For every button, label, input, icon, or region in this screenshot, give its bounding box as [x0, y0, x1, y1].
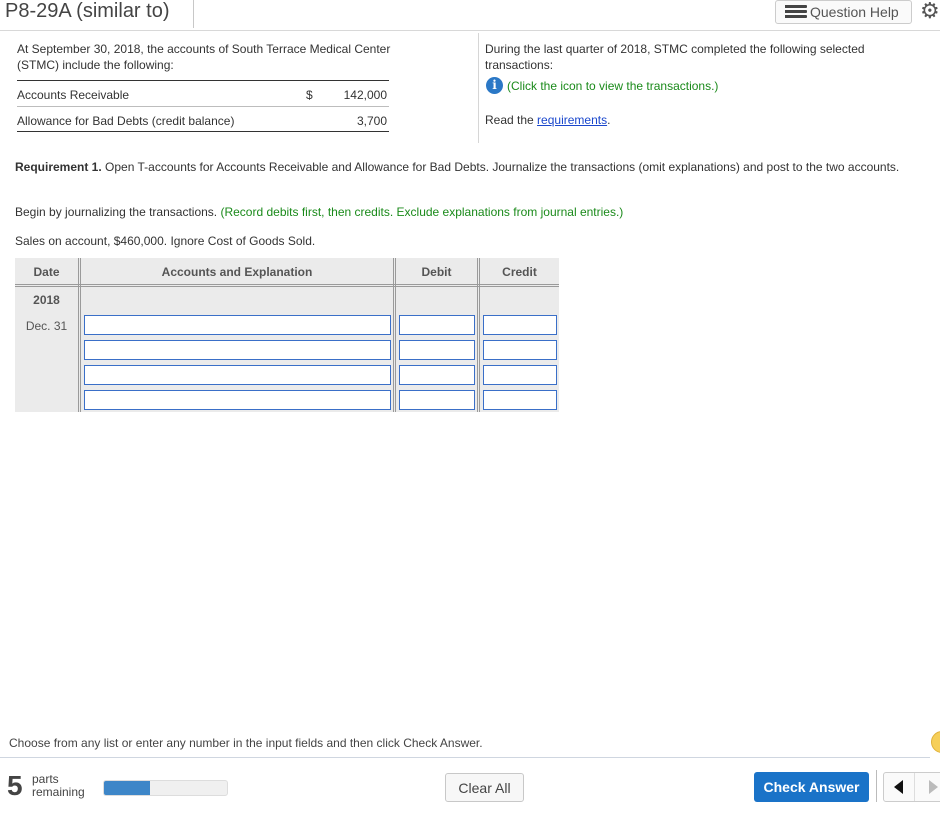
check-answer-button[interactable]: Check Answer: [754, 772, 869, 802]
read-requirements-line: Read the requirements.: [485, 112, 925, 128]
parts-label-line2: remaining: [32, 785, 85, 799]
clear-all-button[interactable]: Clear All: [445, 773, 524, 802]
header-credit: Credit: [502, 265, 537, 279]
column-divider: [78, 258, 81, 412]
footer-instructions: Choose from any list or enter any number…: [9, 736, 483, 750]
problem-title: P8-29A (similar to): [5, 0, 170, 22]
parts-progress-bar: [103, 780, 228, 796]
feedback-icon[interactable]: [931, 731, 940, 753]
read-suffix: .: [607, 113, 611, 127]
transactions-intro: During the last quarter of 2018, STMC co…: [485, 42, 865, 72]
balance-row: Allowance for Bad Debts (credit balance)…: [17, 106, 389, 131]
next-arrow-icon[interactable]: [929, 780, 938, 794]
account-input[interactable]: [84, 365, 391, 385]
list-icon: [785, 5, 807, 19]
header-debit: Debit: [421, 265, 452, 279]
currency-symbol: $: [306, 88, 313, 102]
column-divider: [478, 33, 479, 143]
instructions: Begin by journalizing the transactions. …: [15, 205, 623, 219]
balance-amount: 142,000: [343, 88, 387, 102]
balance-row: Accounts Receivable $ 142,000: [17, 81, 389, 106]
balance-label: Allowance for Bad Debts (credit balance): [17, 114, 235, 128]
credit-input[interactable]: [483, 365, 557, 385]
transactions-info-line: i (Click the icon to view the transactio…: [485, 77, 925, 94]
transaction-description: Sales on account, $460,000. Ignore Cost …: [15, 234, 316, 248]
balances-intro: At September 30, 2018, the accounts of S…: [17, 42, 391, 72]
debit-input[interactable]: [399, 390, 475, 410]
column-divider: [477, 258, 480, 412]
debit-input[interactable]: [399, 315, 475, 335]
debit-input[interactable]: [399, 365, 475, 385]
gear-icon[interactable]: ⚙: [920, 0, 940, 22]
credit-input[interactable]: [483, 315, 557, 335]
journal-year: 2018: [33, 293, 60, 307]
account-input[interactable]: [84, 390, 391, 410]
balance-amount: 3,700: [356, 114, 387, 128]
info-icon[interactable]: i: [486, 77, 503, 94]
requirement-label: Requirement 1.: [15, 160, 102, 174]
instructions-text: Begin by journalizing the transactions.: [15, 205, 221, 219]
question-help-label: Question Help: [810, 4, 899, 20]
nav-button-divider: [914, 773, 915, 801]
progress-fill: [104, 781, 150, 795]
credit-input[interactable]: [483, 390, 557, 410]
balance-label: Accounts Receivable: [17, 88, 130, 102]
footer-divider: [0, 757, 930, 758]
header-accounts: Accounts and Explanation: [161, 265, 313, 279]
question-navigation: [883, 772, 940, 802]
info-text: (Click the icon to view the transactions…: [507, 78, 719, 93]
journal-entry-table: Date Accounts and Explanation Debit Cred…: [15, 258, 559, 412]
parts-remaining-count: 5: [7, 770, 23, 801]
nav-divider: [876, 770, 877, 802]
previous-arrow-icon[interactable]: [894, 780, 903, 794]
header: P8-29A (similar to) Question Help ⚙: [0, 0, 940, 31]
column-divider: [393, 258, 396, 412]
read-prefix: Read the: [485, 113, 538, 127]
title-divider: [193, 0, 194, 28]
account-balances-section: At September 30, 2018, the accounts of S…: [17, 41, 392, 132]
credit-input[interactable]: [483, 340, 557, 360]
account-input[interactable]: [84, 315, 391, 335]
journal-date: Dec. 31: [25, 319, 68, 333]
requirement-text: Requirement 1. Open T-accounts for Accou…: [15, 159, 925, 176]
debit-input[interactable]: [399, 340, 475, 360]
instructions-hint: (Record debits first, then credits. Excl…: [220, 205, 624, 219]
transactions-section: During the last quarter of 2018, STMC co…: [485, 41, 925, 128]
parts-remaining-label: parts remaining: [32, 773, 85, 799]
header-date: Date: [33, 265, 60, 279]
balances-table: Accounts Receivable $ 142,000 Allowance …: [17, 80, 389, 132]
question-help-button[interactable]: Question Help: [775, 0, 912, 24]
requirements-link[interactable]: requirements: [537, 113, 607, 127]
requirement-body: Open T-accounts for Accounts Receivable …: [101, 160, 900, 174]
account-input[interactable]: [84, 340, 391, 360]
